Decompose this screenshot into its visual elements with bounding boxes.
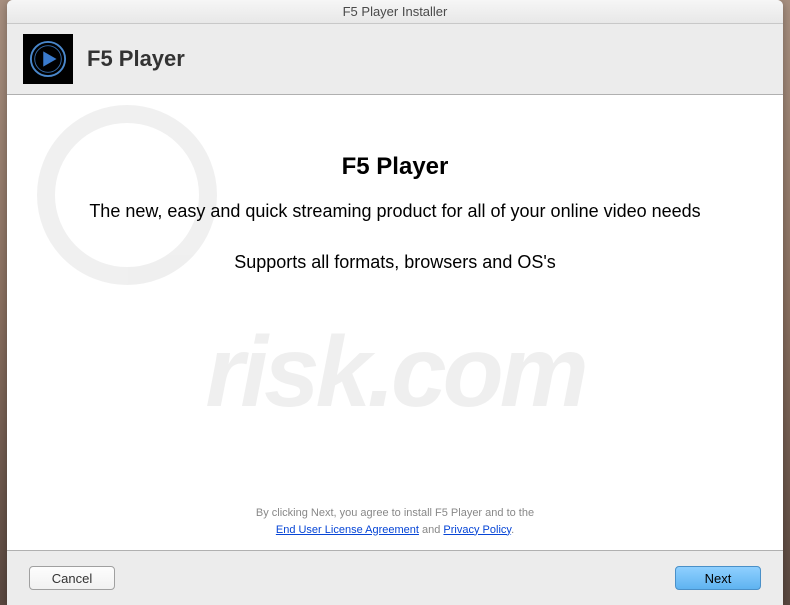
content-support-text: Supports all formats, browsers and OS's — [67, 252, 723, 273]
window-title: F5 Player Installer — [343, 4, 448, 19]
legal-prefix: By clicking Next, you agree to install F… — [256, 507, 534, 519]
content-title: F5 Player — [67, 153, 723, 181]
window-titlebar: F5 Player Installer — [7, 0, 783, 24]
legal-and: and — [419, 524, 443, 536]
legal-text: By clicking Next, you agree to install F… — [7, 505, 783, 538]
next-button[interactable]: Next — [675, 566, 761, 590]
play-icon — [29, 40, 67, 78]
legal-suffix: . — [511, 524, 514, 536]
content-subtitle: The new, easy and quick streaming produc… — [67, 199, 723, 224]
header-app-name: F5 Player — [87, 46, 185, 72]
content-body: F5 Player The new, easy and quick stream… — [67, 153, 723, 273]
app-icon — [23, 34, 73, 84]
installer-header: F5 Player — [7, 24, 783, 95]
installer-content: risk.com F5 Player The new, easy and qui… — [7, 95, 783, 551]
privacy-link[interactable]: Privacy Policy — [443, 524, 511, 536]
installer-window: F5 Player Installer F5 Player risk.com F… — [7, 0, 783, 605]
cancel-button[interactable]: Cancel — [29, 566, 115, 590]
installer-footer: Cancel Next — [7, 551, 783, 605]
eula-link[interactable]: End User License Agreement — [276, 524, 419, 536]
